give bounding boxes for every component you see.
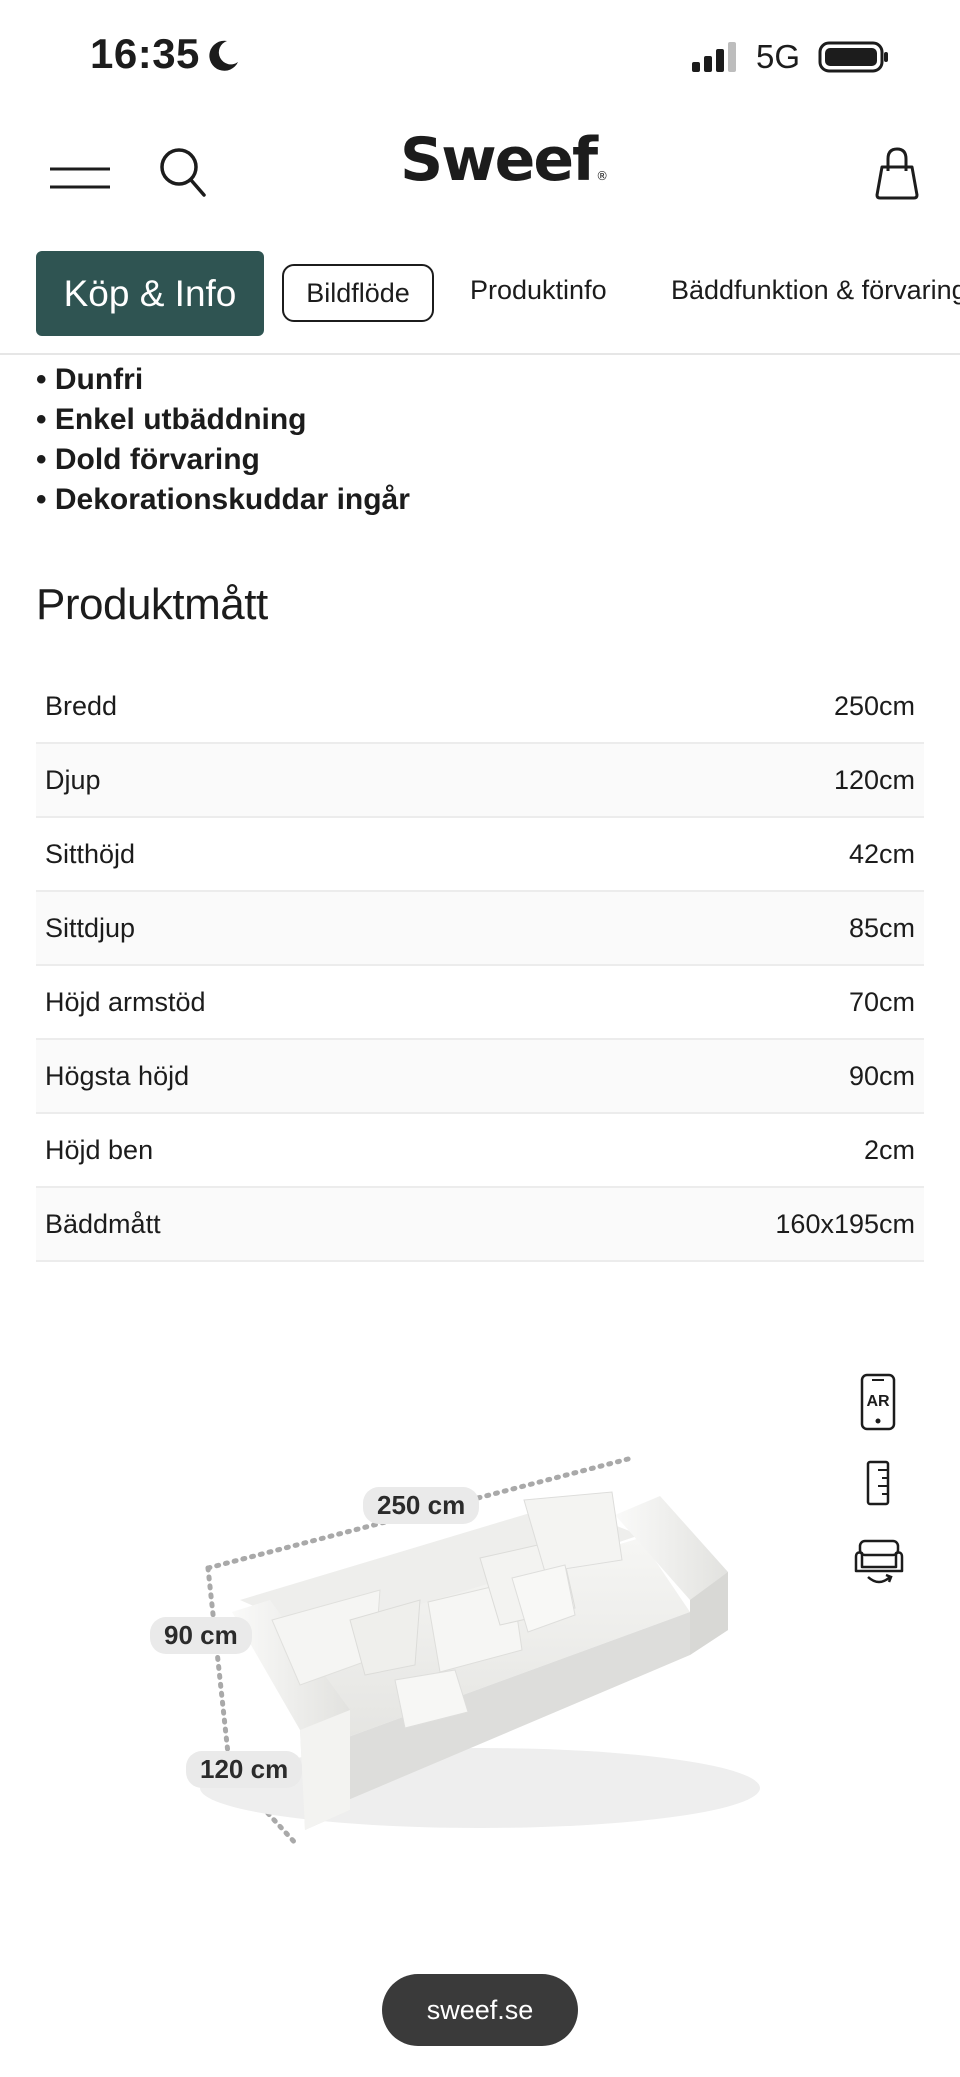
brand-logo[interactable]: Sweef® (400, 125, 608, 205)
feature-list: • Dunfri • Enkel utbäddning • Dold förva… (36, 360, 410, 520)
ar-text: AR (866, 1393, 890, 1410)
depth-label: 120 cm (186, 1751, 303, 1788)
dimension-value: 2cm (863, 1134, 915, 1165)
menu-icon[interactable] (48, 155, 112, 205)
moon-icon (209, 40, 238, 71)
dimension-value: 160x195cm (775, 1208, 915, 1239)
dimension-value: 90cm (848, 1060, 915, 1091)
logo-text: Sweef (400, 125, 598, 195)
product-viewer[interactable]: 250 cm 90 cm 120 cm AR (0, 1300, 960, 1900)
table-row: Djup 120cm (36, 744, 924, 818)
table-row: Höjd armstöd 70cm (36, 966, 924, 1040)
dimension-value: 85cm (848, 912, 915, 943)
logo-registered-mark: ® (596, 169, 609, 183)
table-row: Höjd ben 2cm (36, 1114, 924, 1188)
battery-icon (818, 41, 888, 73)
table-row: Sittdjup 85cm (36, 892, 924, 966)
table-row: Bredd 250cm (36, 670, 924, 744)
dimension-label: Sittdjup (45, 912, 136, 943)
tab-bildflode[interactable]: Bildflöde (282, 264, 434, 322)
feature-item: • Enkel utbäddning (36, 403, 307, 436)
dimension-label: Djup (45, 764, 101, 795)
dimension-value: 250cm (833, 690, 915, 721)
tab-produktinfo[interactable]: Produktinfo (470, 275, 607, 306)
tab-baddfunktion[interactable]: Bäddfunktion & förvaring (671, 275, 960, 306)
dimension-label: Höjd ben (45, 1134, 154, 1165)
sofa-swap-icon[interactable] (852, 1537, 906, 1589)
feature-item: • Dold förvaring (36, 443, 260, 476)
product-tabs: Köp & Info Bildflöde Produktinfo Bäddfun… (0, 245, 960, 355)
status-bar: 16:35 5G (0, 0, 960, 115)
feature-item: • Dunfri (36, 363, 144, 396)
network-label: 5G (756, 38, 801, 75)
dimension-label: Höjd armstöd (45, 986, 206, 1017)
sofa-image (200, 1455, 760, 1849)
dimension-label: Sitthöjd (45, 838, 136, 869)
table-row: Högsta höjd 90cm (36, 1040, 924, 1114)
status-time: 16:35 (90, 30, 200, 77)
dimension-value: 42cm (848, 838, 915, 869)
site-header: Sweef® (0, 115, 960, 245)
dimension-value: 120cm (833, 764, 915, 795)
search-icon[interactable] (158, 145, 208, 199)
dimension-label: Högsta höjd (45, 1060, 190, 1091)
dimensions-table: Bredd 250cm Djup 120cm Sitthöjd 42cm Sit… (36, 670, 924, 1262)
section-title: Produktmått (36, 580, 268, 629)
site-url-pill[interactable]: sweef.se (382, 1974, 578, 2046)
height-label: 90 cm (150, 1617, 252, 1654)
dimension-value: 70cm (848, 986, 915, 1017)
signal-icon (692, 42, 736, 72)
ar-icon[interactable]: AR (860, 1373, 896, 1431)
tab-kop-info[interactable]: Köp & Info (36, 251, 264, 336)
table-row: Sitthöjd 42cm (36, 818, 924, 892)
width-label: 250 cm (363, 1487, 480, 1524)
ruler-icon[interactable] (866, 1460, 890, 1506)
dimension-label: Bäddmått (45, 1208, 161, 1239)
bag-icon[interactable] (872, 145, 922, 201)
dimension-label: Bredd (45, 690, 118, 721)
table-row: Bäddmått 160x195cm (36, 1188, 924, 1262)
feature-item: • Dekorationskuddar ingår (36, 483, 410, 516)
